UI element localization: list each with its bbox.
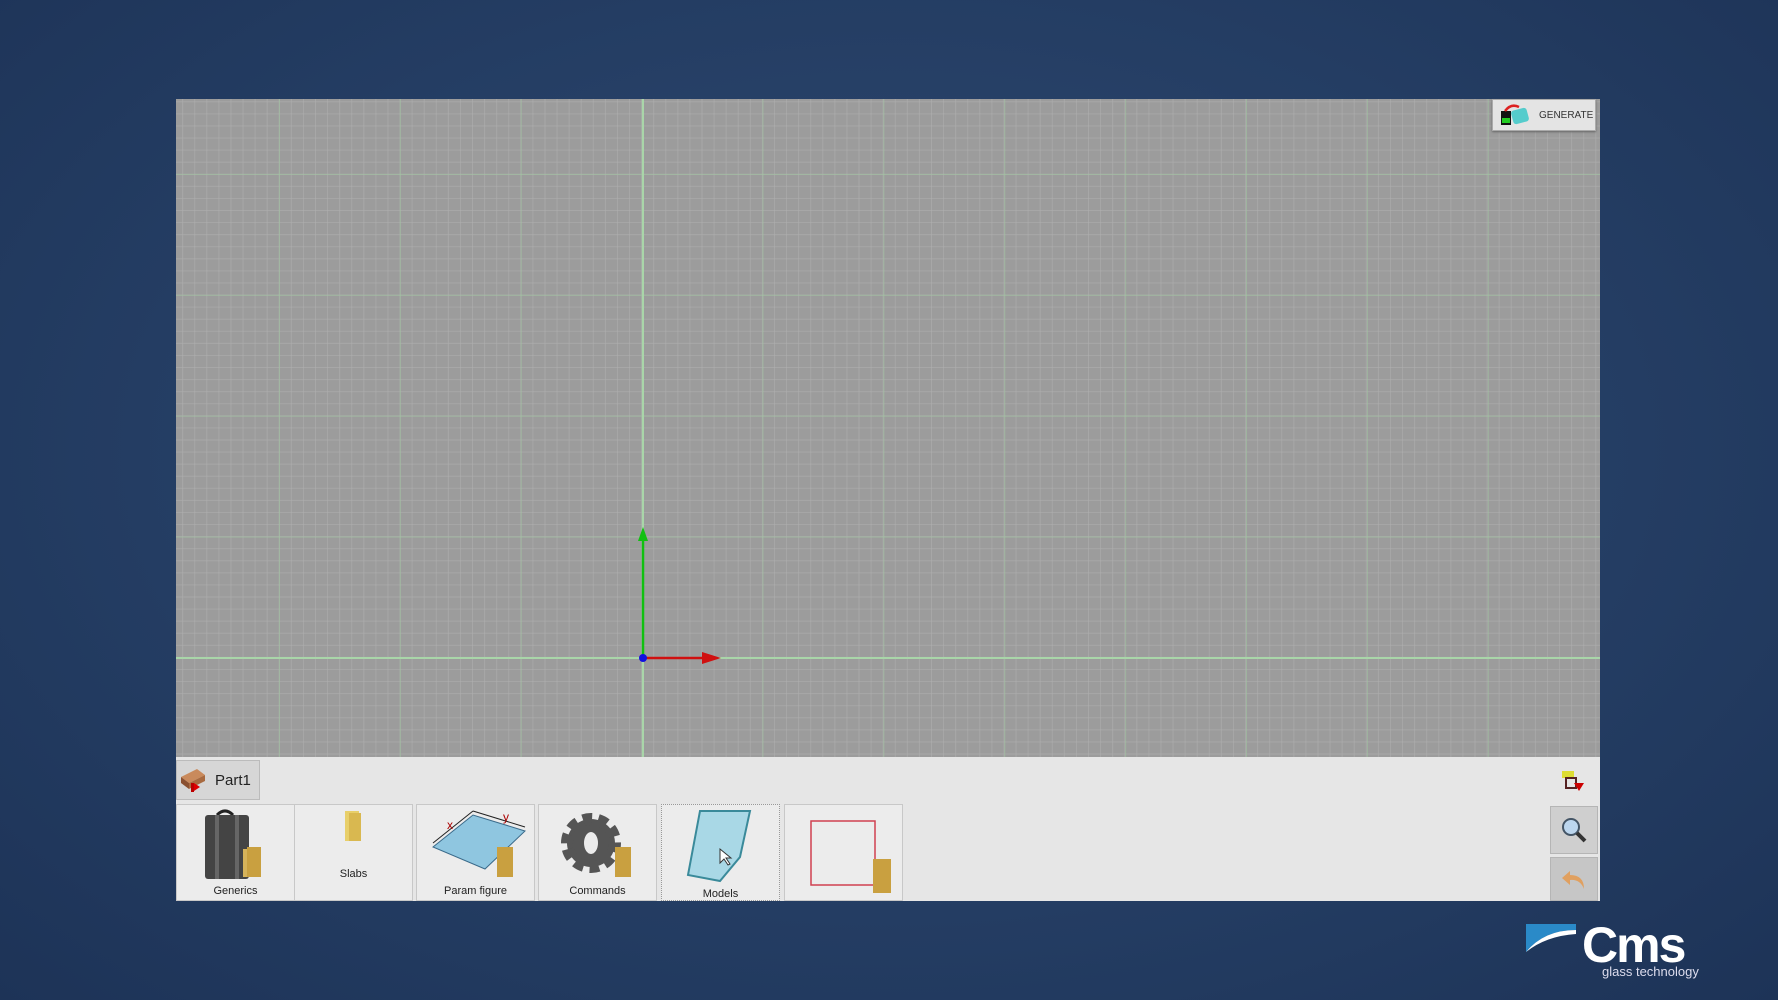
briefcase-folder-icon (205, 809, 261, 879)
model-shape-icon (686, 810, 752, 883)
zoom-button[interactable] (1550, 806, 1598, 854)
rectangle-folder-icon (810, 820, 891, 893)
param-figure-button[interactable]: xy Param figure (416, 804, 535, 901)
origin-gizmo (638, 527, 721, 664)
slabs-label: Slabs (339, 868, 368, 880)
svg-text:y: y (503, 810, 509, 824)
generics-button[interactable]: Generics (176, 804, 295, 901)
drawing-canvas[interactable]: GENERATE (176, 99, 1600, 757)
models-button[interactable]: Models (661, 804, 780, 901)
commands-label: Commands (569, 885, 626, 897)
generate-button[interactable]: GENERATE (1492, 99, 1596, 131)
gear-folder-icon (561, 813, 631, 877)
slabs-button[interactable]: Slabs (294, 804, 413, 901)
cad-window: GENERATE Part1 Generics Slabs xy Param f… (176, 99, 1600, 901)
logo-tagline: glass technology (1602, 964, 1699, 979)
part-tab[interactable]: Part1 (176, 760, 260, 800)
svg-text:x: x (447, 818, 453, 832)
logo-swoosh-icon (1526, 924, 1576, 952)
layers-icon[interactable] (1558, 767, 1586, 795)
generics-label: Generics (213, 885, 258, 897)
commands-button[interactable]: Commands (538, 804, 657, 901)
models-label: Models (702, 888, 739, 900)
part-tab-label: Part1 (215, 771, 251, 789)
undo-arrow-icon (1562, 871, 1584, 889)
magnifier-icon (1562, 818, 1587, 843)
rectangle-button[interactable] (784, 804, 903, 901)
generate-icon (1501, 104, 1529, 125)
param-figure-label: Param figure (444, 885, 507, 897)
generate-label: GENERATE (1539, 109, 1594, 121)
undo-button[interactable] (1550, 857, 1598, 901)
param-figure-folder-icon: xy (432, 810, 526, 877)
part-brick-icon (181, 769, 205, 792)
folder-icon (345, 811, 361, 841)
